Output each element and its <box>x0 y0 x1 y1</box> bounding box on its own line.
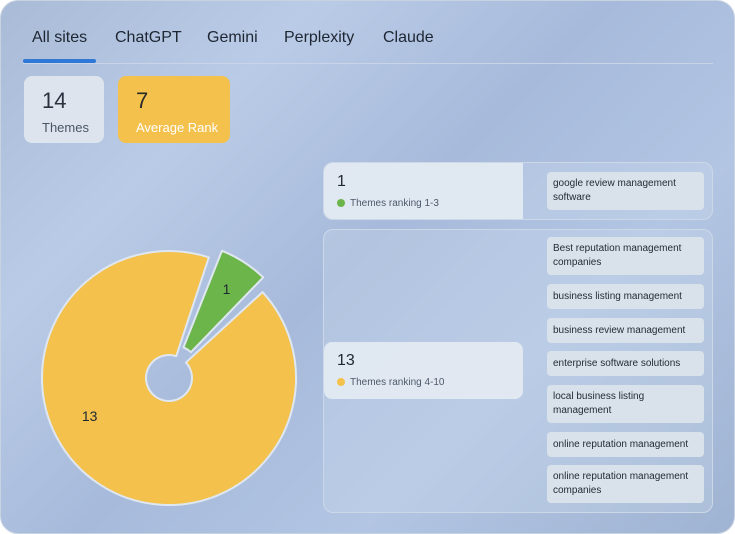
ranking-legend-text: Themes ranking 4-10 <box>350 377 445 388</box>
theme-chip[interactable]: google review management software <box>547 172 704 210</box>
ranking-legend: Themes ranking 1-3 <box>337 198 439 209</box>
ranking-count: 1 <box>337 173 346 190</box>
theme-chip[interactable]: online reputation management <box>547 432 704 457</box>
yellow-dot-icon <box>337 377 345 386</box>
theme-chip[interactable]: enterprise software solutions <box>547 351 704 376</box>
green-dot-icon <box>337 198 345 207</box>
pie-slice[interactable] <box>41 250 297 506</box>
pie-slice-label: 13 <box>82 408 98 424</box>
ranking-group-bottom: 13 Themes ranking 4-10 Best reputation m… <box>323 229 713 513</box>
theme-chip[interactable]: business review management <box>547 318 704 343</box>
theme-chip[interactable]: Best reputation management companies <box>547 237 704 275</box>
ranking-group-top: 1 Themes ranking 1-3 google review manag… <box>323 162 713 220</box>
app-frame: All sites ChatGPT Gemini Perplexity Clau… <box>0 0 735 534</box>
ranking-legend: Themes ranking 4-10 <box>337 377 445 388</box>
theme-chip[interactable]: local business listing management <box>547 385 704 423</box>
theme-chip[interactable]: business listing management <box>547 284 704 309</box>
ranking-summary-top: 1 Themes ranking 1-3 <box>324 163 523 219</box>
ranking-legend-text: Themes ranking 1-3 <box>350 198 439 209</box>
pie-slice-label: 1 <box>223 281 231 297</box>
theme-chip[interactable]: online reputation management companies <box>547 465 704 503</box>
ranking-summary-bottom: 13 Themes ranking 4-10 <box>324 342 523 399</box>
ranking-count: 13 <box>337 352 355 369</box>
